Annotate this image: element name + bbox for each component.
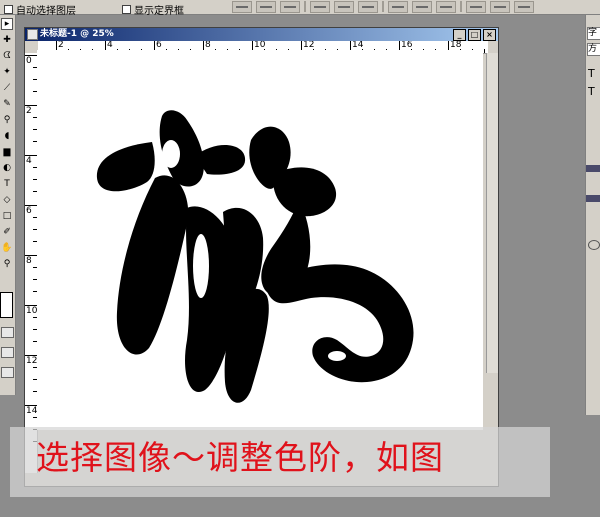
panel-header (586, 165, 600, 172)
calligraphy-artwork (96, 110, 414, 403)
show-bounding-box-label: 显示定界框 (134, 6, 184, 17)
close-button[interactable]: × (483, 29, 496, 41)
caption-text: 选择图像～调整色阶，如图 (36, 438, 444, 477)
brush-tool-icon[interactable]: ✎ (1, 98, 13, 110)
distribute-left-button[interactable] (466, 1, 486, 13)
image-canvas[interactable] (37, 50, 483, 430)
eyedropper-tool-icon[interactable]: ✐ (1, 226, 13, 238)
magic-wand-tool-icon[interactable]: ✦ (1, 66, 13, 78)
maximize-button[interactable]: □ (468, 29, 481, 41)
align-middle-button[interactable] (256, 1, 276, 13)
ruler-tick (25, 305, 37, 306)
zoom-tool-icon[interactable]: ⚲ (1, 258, 13, 270)
auto-select-layer-label: 自动选择图层 (16, 6, 76, 17)
align-right-button[interactable] (358, 1, 378, 13)
distribute-bottom-button[interactable] (436, 1, 456, 13)
options-bar: 自动选择图层 显示定界框 (0, 0, 600, 17)
ruler-label: 8 (26, 256, 32, 266)
eye-icon[interactable] (588, 240, 600, 250)
standard-mode-icon[interactable] (1, 327, 14, 338)
align-top-button[interactable] (232, 1, 252, 13)
ruler-label: 6 (156, 41, 162, 50)
ruler-label: 4 (26, 156, 32, 166)
caption-banner: 选择图像～调整色阶，如图 (10, 427, 550, 497)
screen-mode-icon[interactable] (1, 347, 14, 358)
align-center-button[interactable] (334, 1, 354, 13)
character-panel-tab[interactable]: 字 (587, 27, 600, 40)
gradient-tool-icon[interactable]: ▆ (1, 146, 13, 158)
ruler-label: 10 (26, 306, 38, 316)
jump-to-imageready-icon[interactable] (1, 367, 14, 378)
move-cross-tool-icon[interactable]: ✚ (1, 34, 13, 46)
ruler-label: 0 (26, 56, 32, 66)
lasso-tool-icon[interactable]: ᗧ (1, 50, 13, 62)
ruler-tick (25, 105, 37, 106)
shape-tool-icon[interactable]: □ (1, 210, 13, 222)
color-swatch[interactable] (0, 292, 13, 318)
ruler-tick (484, 49, 485, 53)
font-field[interactable]: 方 (587, 43, 600, 56)
ruler-label: 2 (26, 106, 32, 116)
toolbar-separator (382, 1, 384, 12)
eraser-tool-icon[interactable]: ◖ (1, 130, 13, 142)
align-left-button[interactable] (310, 1, 330, 13)
document-title: 未标题-1 @ 25% (40, 29, 114, 39)
ruler-tick (25, 55, 37, 56)
checkbox-box[interactable] (4, 5, 13, 14)
align-bottom-button[interactable] (280, 1, 300, 13)
ruler-tick (25, 155, 37, 156)
document-icon (27, 29, 38, 40)
align-buttons (232, 1, 534, 13)
type-tool-icon[interactable]: T (1, 178, 13, 190)
distribute-middle-button[interactable] (412, 1, 432, 13)
toolbar-separator (460, 1, 462, 12)
crop-tool-icon[interactable]: ⟋ (1, 82, 13, 94)
ruler-label: 4 (107, 41, 113, 50)
toolbar-separator (304, 1, 306, 12)
distribute-center-button[interactable] (490, 1, 510, 13)
hand-tool-icon[interactable]: ✋ (1, 242, 13, 254)
distribute-right-button[interactable] (514, 1, 534, 13)
minimize-button[interactable]: _ (453, 29, 466, 41)
ruler-tick (25, 405, 37, 406)
move-tool-icon[interactable]: ▸ (1, 18, 13, 30)
ruler-label: 2 (58, 41, 64, 50)
dodge-tool-icon[interactable]: ◐ (1, 162, 13, 174)
ruler-label: 14 (26, 406, 38, 416)
ruler-label: 6 (26, 206, 32, 216)
ruler-tick (25, 355, 37, 356)
font-size-icon: T (588, 67, 595, 80)
pen-tool-icon[interactable]: ◇ (1, 194, 13, 206)
show-bounding-box-checkbox[interactable]: 显示定界框 (122, 2, 184, 17)
right-panels: 字 方 T T (585, 15, 600, 415)
document-titlebar[interactable]: 未标题-1 @ 25% _ □ × (25, 28, 498, 41)
vertical-scrollbar[interactable] (486, 53, 498, 373)
ruler-tick (25, 205, 37, 206)
checkbox-box[interactable] (122, 5, 131, 14)
toolbox: ▸ ✚ ᗧ ✦ ⟋ ✎ ⚲ ◖ ▆ ◐ T ◇ □ ✐ ✋ ⚲ (0, 15, 16, 395)
vertical-scale-icon: T (588, 85, 595, 98)
panel-header (586, 195, 600, 202)
ruler-label: 8 (205, 41, 211, 50)
stamp-tool-icon[interactable]: ⚲ (1, 114, 13, 126)
distribute-top-button[interactable] (388, 1, 408, 13)
ruler-tick (25, 255, 37, 256)
ruler-label: 12 (26, 356, 38, 366)
